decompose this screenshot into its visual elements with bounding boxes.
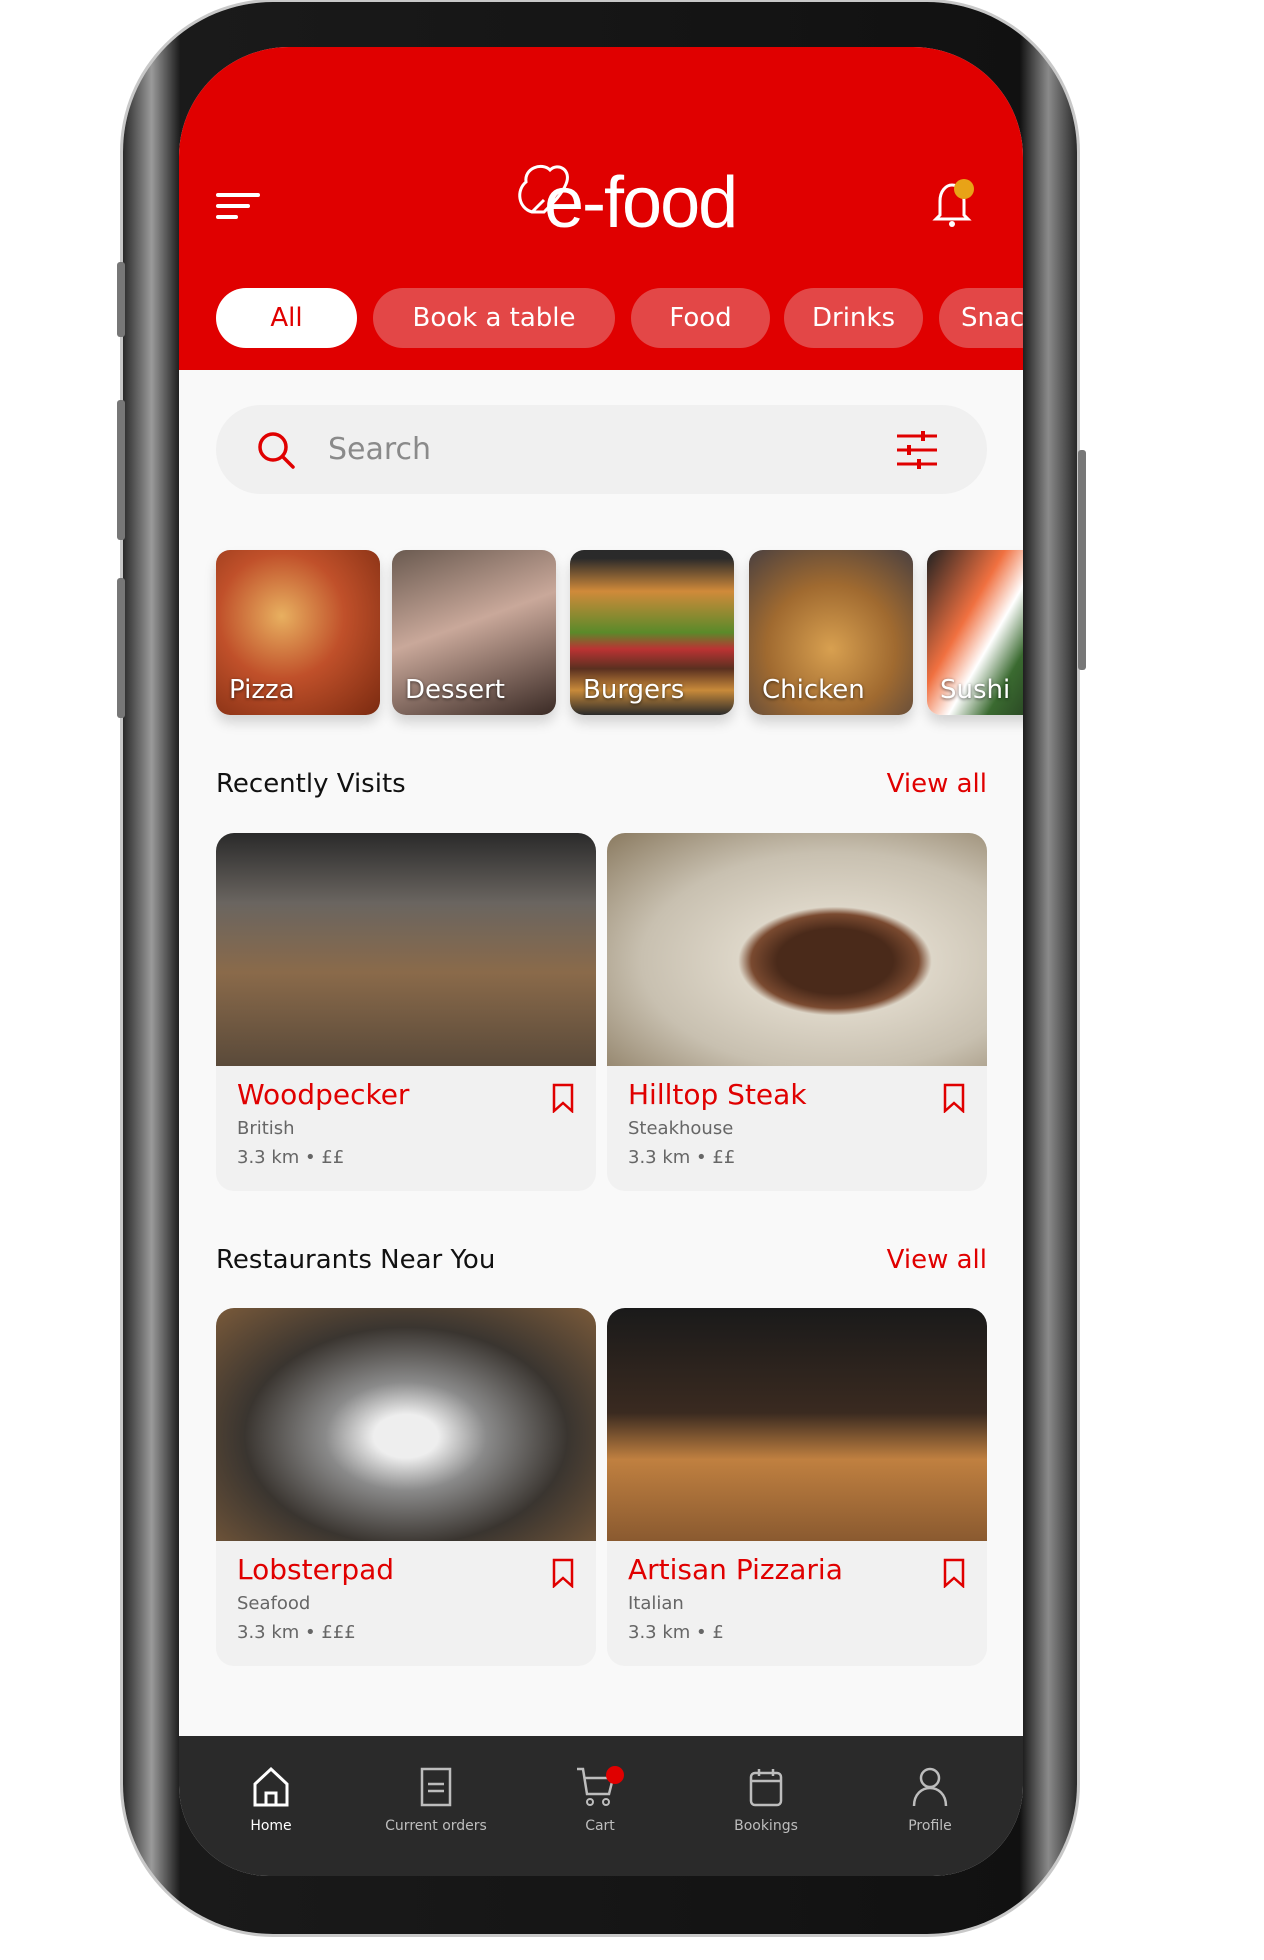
filter-book-a-table[interactable]: Book a table — [373, 288, 615, 348]
volume-down-button — [117, 578, 125, 718]
user-icon — [912, 1767, 948, 1807]
power-button — [1078, 450, 1086, 670]
volume-up-button — [117, 400, 125, 540]
receipt-icon — [420, 1767, 452, 1807]
nearby-title: Restaurants Near You — [216, 1245, 496, 1275]
search-input[interactable]: Search — [328, 432, 895, 467]
restaurant-image — [216, 833, 596, 1066]
filter-food[interactable]: Food — [631, 288, 770, 348]
nav-cart[interactable]: Cart — [520, 1766, 680, 1834]
restaurant-image — [216, 1308, 596, 1541]
bookmark-icon[interactable] — [943, 1558, 965, 1588]
filter-drinks[interactable]: Drinks — [784, 288, 923, 348]
restaurant-card-hilltop-steak[interactable]: Hilltop Steak Steakhouse 3.3 km • ££ — [607, 833, 987, 1191]
sliders-icon[interactable] — [895, 430, 939, 470]
restaurant-card-woodpecker[interactable]: Woodpecker British 3.3 km • ££ — [216, 833, 596, 1191]
bottom-nav: Home Current orders Cart Bookings Profil… — [179, 1736, 1023, 1876]
app-screen: e-food All Book a table Food Drinks Snac… — [179, 47, 1023, 1876]
search-icon — [258, 431, 295, 469]
header: e-food All Book a table Food Drinks Snac — [179, 47, 1023, 370]
recent-view-all-link[interactable]: View all — [887, 769, 987, 799]
nearby-view-all-link[interactable]: View all — [887, 1245, 987, 1275]
recent-visits-title: Recently Visits — [216, 769, 406, 799]
nav-home[interactable]: Home — [191, 1766, 351, 1834]
search-bar[interactable]: Search — [216, 405, 987, 494]
mute-switch — [117, 262, 125, 337]
filter-snacks[interactable]: Snac — [939, 288, 1023, 348]
cart-icon — [577, 1766, 624, 1806]
nav-current-orders[interactable]: Current orders — [356, 1766, 516, 1834]
bookmark-icon[interactable] — [552, 1083, 574, 1113]
category-chicken[interactable]: Chicken — [749, 550, 913, 715]
restaurant-card-artisan-pizzaria[interactable]: Artisan Pizzaria Italian 3.3 km • £ — [607, 1308, 987, 1666]
nav-bookings[interactable]: Bookings — [686, 1766, 846, 1834]
category-pizza[interactable]: Pizza — [216, 550, 380, 715]
home-icon — [253, 1766, 289, 1807]
category-burgers[interactable]: Burgers — [570, 550, 734, 715]
calendar-icon — [749, 1769, 783, 1807]
nav-profile[interactable]: Profile — [850, 1766, 1010, 1834]
restaurant-image — [607, 833, 987, 1066]
filter-all[interactable]: All — [216, 288, 357, 348]
bookmark-icon[interactable] — [552, 1558, 574, 1588]
bookmark-icon[interactable] — [943, 1083, 965, 1113]
category-dessert[interactable]: Dessert — [392, 550, 556, 715]
e-food-logo: e-food — [514, 160, 754, 250]
category-sushi[interactable]: Sushi — [927, 550, 1023, 715]
restaurant-image — [607, 1308, 987, 1541]
bell-icon[interactable] — [932, 177, 976, 229]
restaurant-card-lobsterpad[interactable]: Lobsterpad Seafood 3.3 km • £££ — [216, 1308, 596, 1666]
hamburger-icon[interactable] — [216, 191, 260, 221]
